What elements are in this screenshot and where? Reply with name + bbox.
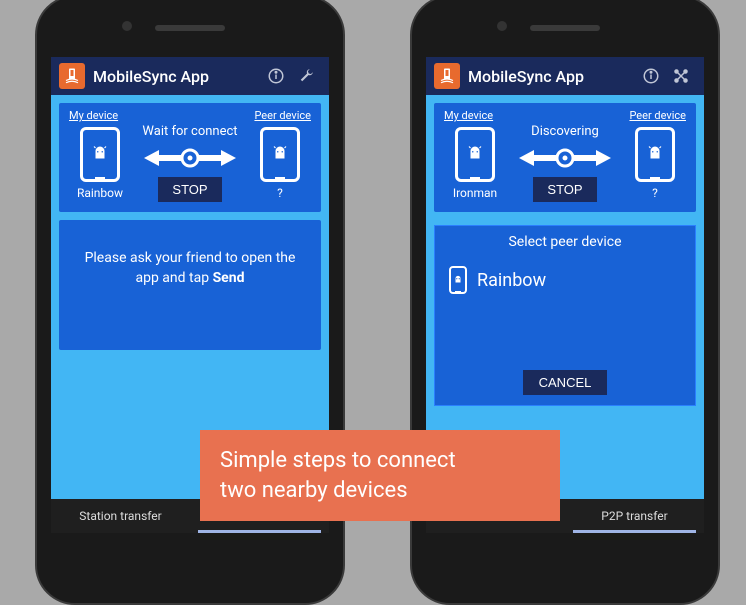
phone-icon xyxy=(635,127,675,182)
peer-device-col: ? xyxy=(249,127,311,200)
status-text: Wait for connect xyxy=(142,124,237,139)
sync-arrows-icon xyxy=(144,147,236,169)
info-icon[interactable] xyxy=(636,61,666,91)
panel-header: My device Peer device xyxy=(444,109,686,122)
my-device-col: Ironman xyxy=(444,127,506,200)
peer-device-name: ? xyxy=(277,186,283,200)
phone-icon xyxy=(260,127,300,182)
select-peer-dialog: Select peer device Rainbow CANCEL xyxy=(434,225,696,406)
tab-station-transfer[interactable]: Station transfer xyxy=(51,499,190,533)
app-logo-icon xyxy=(434,63,460,89)
phone-speaker xyxy=(155,25,225,31)
connection-panel: My device Peer device Ironman Discoverin… xyxy=(434,103,696,212)
my-device-name: Ironman xyxy=(453,186,497,200)
message-text: Please ask your friend to open the app a… xyxy=(85,250,296,286)
phone-icon xyxy=(80,127,120,182)
my-device-label: My device xyxy=(69,109,118,122)
phone-icon xyxy=(449,266,467,294)
caption-line2: two nearby devices xyxy=(220,476,540,506)
stop-button[interactable]: STOP xyxy=(533,177,596,202)
info-icon[interactable] xyxy=(261,61,291,91)
tab-p2p-transfer[interactable]: P2P transfer xyxy=(565,499,704,533)
message-panel: Please ask your friend to open the app a… xyxy=(59,220,321,350)
panel-header: My device Peer device xyxy=(69,109,311,122)
message-bold: Send xyxy=(213,270,245,286)
settings-icon[interactable] xyxy=(666,61,696,91)
title-bar: MobileSync App xyxy=(51,57,329,95)
stop-button[interactable]: STOP xyxy=(158,177,221,202)
connection-panel: My device Peer device Rainbow Wait for c… xyxy=(59,103,321,212)
peer-option-label: Rainbow xyxy=(477,270,546,291)
my-device-label: My device xyxy=(444,109,493,122)
status-col: Discovering STOP xyxy=(506,124,624,202)
caption-overlay: Simple steps to connect two nearby devic… xyxy=(200,430,560,521)
app-title: MobileSync App xyxy=(93,67,261,86)
peer-device-name: ? xyxy=(652,186,658,200)
wrench-icon[interactable] xyxy=(291,61,321,91)
cancel-button[interactable]: CANCEL xyxy=(523,370,608,395)
my-device-col: Rainbow xyxy=(69,127,131,200)
phone-camera xyxy=(497,21,507,31)
status-text: Discovering xyxy=(531,124,599,139)
status-col: Wait for connect STOP xyxy=(131,124,249,202)
app-logo-icon xyxy=(59,63,85,89)
sync-arrows-icon xyxy=(519,147,611,169)
phone-icon xyxy=(455,127,495,182)
peer-option[interactable]: Rainbow xyxy=(435,260,695,300)
phone-camera xyxy=(122,21,132,31)
peer-device-col: ? xyxy=(624,127,686,200)
peer-device-label: Peer device xyxy=(254,109,311,122)
title-bar: MobileSync App xyxy=(426,57,704,95)
app-title: MobileSync App xyxy=(468,67,636,86)
phone-speaker xyxy=(530,25,600,31)
peer-device-label: Peer device xyxy=(629,109,686,122)
dialog-title: Select peer device xyxy=(435,234,695,250)
caption-line1: Simple steps to connect xyxy=(220,446,540,476)
my-device-name: Rainbow xyxy=(77,186,123,200)
